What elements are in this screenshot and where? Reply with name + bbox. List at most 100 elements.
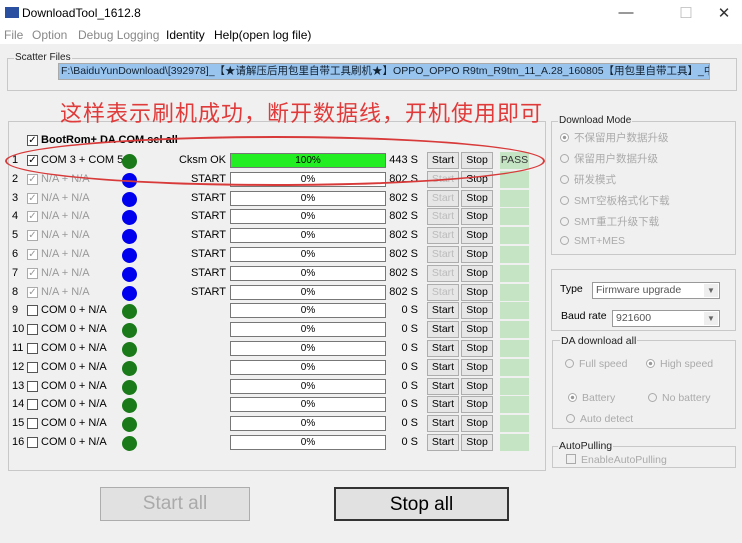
port-checkbox[interactable] <box>27 361 38 373</box>
port-checkbox[interactable] <box>27 343 38 354</box>
progress-text: 0% <box>300 267 316 279</box>
start-button[interactable]: Start <box>427 208 459 226</box>
stop-button[interactable]: Stop <box>461 264 493 282</box>
scatter-file-input[interactable]: F:\BaiduYunDownload\[392978]_【★请解压后用包里自带… <box>58 63 710 80</box>
start-button[interactable]: Start <box>427 302 459 320</box>
start-button[interactable]: Start <box>427 396 459 414</box>
high-speed-label: High speed <box>660 358 714 370</box>
port-checkbox[interactable]: ✓ <box>27 286 38 298</box>
row-index: 11 <box>12 342 24 354</box>
port-checkbox[interactable]: ✓ <box>27 211 38 223</box>
port-checkbox[interactable]: ✓ <box>27 249 38 260</box>
download-mode-option-label: SMT+MES <box>574 235 626 247</box>
result-badge <box>500 283 529 301</box>
status-dot <box>122 436 137 451</box>
status-dot <box>122 360 137 376</box>
row-index: 2 <box>12 172 19 185</box>
start-button[interactable]: Start <box>427 434 459 451</box>
start-button[interactable]: Start <box>427 246 459 263</box>
download-mode-option[interactable]: SMT空板格式化下载 <box>560 193 670 208</box>
start-button[interactable]: Start <box>427 340 459 357</box>
stop-button[interactable]: Stop <box>461 246 493 263</box>
progress-bar: 0% <box>230 416 386 432</box>
download-mode-option[interactable]: SMT+MES <box>560 235 625 247</box>
auto-detect-radio[interactable]: Auto detect <box>566 413 633 425</box>
minimize-button[interactable]: — <box>616 4 636 21</box>
start-button[interactable]: Start <box>427 321 459 339</box>
stop-button[interactable]: Stop <box>461 302 493 320</box>
port-checkbox[interactable]: ✓ <box>27 173 38 185</box>
port-label: COM 0 + N/A <box>41 323 107 336</box>
menu-option[interactable]: Option <box>32 28 67 42</box>
no-battery-label: No battery <box>662 392 711 404</box>
menu-help[interactable]: Help(open log file) <box>214 28 311 42</box>
port-checkbox[interactable] <box>27 324 38 336</box>
high-speed-radio[interactable]: High speed <box>646 358 713 370</box>
result-badge <box>500 246 529 263</box>
stop-button[interactable]: Stop <box>461 415 493 433</box>
stop-all-button[interactable]: Stop all <box>334 487 509 521</box>
baud-select[interactable]: 921600 ▼ <box>612 310 720 327</box>
port-row: 10 COM 0 + N/A 0% 0 S Start Stop <box>0 321 545 339</box>
full-speed-radio[interactable]: Full speed <box>565 358 627 370</box>
da-label: DA download all <box>560 335 638 347</box>
start-all-button[interactable]: Start all <box>100 487 250 521</box>
start-button[interactable]: Start <box>427 264 459 282</box>
stop-button[interactable]: Stop <box>461 340 493 357</box>
start-button[interactable]: Start <box>427 415 459 433</box>
download-mode-option[interactable]: 不保留用户数据升级 <box>560 130 669 145</box>
port-label: COM 0 + N/A <box>41 436 107 448</box>
port-checkbox[interactable] <box>27 380 38 392</box>
port-checkbox[interactable] <box>27 418 38 430</box>
close-button[interactable]: ✕ <box>714 4 734 22</box>
stop-button[interactable]: Stop <box>461 358 493 376</box>
select-all-checkbox[interactable]: ✓ <box>27 135 38 146</box>
row-index: 12 <box>12 360 25 373</box>
no-battery-radio[interactable]: No battery <box>648 392 710 404</box>
stop-button[interactable]: Stop <box>461 208 493 226</box>
start-button[interactable]: Start <box>427 283 459 301</box>
baud-label: Baud rate <box>561 310 607 322</box>
stop-button[interactable]: Stop <box>461 377 493 395</box>
row-index: 5 <box>12 229 19 242</box>
stop-button[interactable]: Stop <box>461 189 493 207</box>
progress-bar: 0% <box>230 435 386 450</box>
progress-bar: 0% <box>230 209 386 225</box>
menu-file[interactable]: File <box>4 28 23 42</box>
stop-button[interactable]: Stop <box>461 321 493 339</box>
stop-button[interactable]: Stop <box>461 283 493 301</box>
stop-button[interactable]: Stop <box>461 227 493 245</box>
window-title: DownloadTool_1612.8 <box>22 6 141 20</box>
port-row: 3 ✓ N/A + N/A START 0% 802 S Start Stop <box>0 189 545 208</box>
port-checkbox[interactable] <box>27 305 38 317</box>
result-badge <box>500 415 529 433</box>
download-mode-option-label: SMT空板格式化下载 <box>574 195 670 207</box>
menu-identity[interactable]: Identity <box>166 28 205 42</box>
stop-button[interactable]: Stop <box>461 434 493 451</box>
start-button[interactable]: Start <box>427 377 459 395</box>
baud-value: 921600 <box>616 312 652 324</box>
download-mode-option[interactable]: SMT重工升级下载 <box>560 214 659 229</box>
elapsed-time: 0 S <box>401 417 418 430</box>
enable-autopulling-checkbox[interactable]: EnableAutoPulling <box>566 454 667 466</box>
port-checkbox[interactable]: ✓ <box>27 267 38 279</box>
row-index: 16 <box>12 436 25 448</box>
menu-debug-logging[interactable]: Debug Logging <box>78 28 159 42</box>
elapsed-time: 802 S <box>389 285 418 298</box>
start-button[interactable]: Start <box>427 227 459 245</box>
stop-button[interactable]: Stop <box>461 396 493 414</box>
elapsed-time: 0 S <box>401 436 418 448</box>
battery-radio[interactable]: Battery <box>568 392 615 404</box>
start-button[interactable]: Start <box>427 189 459 207</box>
maximize-button[interactable]: ☐ <box>676 4 696 22</box>
result-badge <box>500 264 529 282</box>
port-checkbox[interactable]: ✓ <box>27 192 38 204</box>
port-checkbox[interactable] <box>27 399 38 411</box>
port-checkbox[interactable] <box>27 437 38 448</box>
type-select[interactable]: Firmware upgrade ▼ <box>592 282 720 299</box>
download-mode-option[interactable]: 保留用户数据升级 <box>560 151 658 166</box>
port-checkbox[interactable]: ✓ <box>27 230 38 242</box>
download-mode-option[interactable]: 研发模式 <box>560 172 616 187</box>
row-index: 4 <box>12 210 19 223</box>
start-button[interactable]: Start <box>427 358 459 376</box>
